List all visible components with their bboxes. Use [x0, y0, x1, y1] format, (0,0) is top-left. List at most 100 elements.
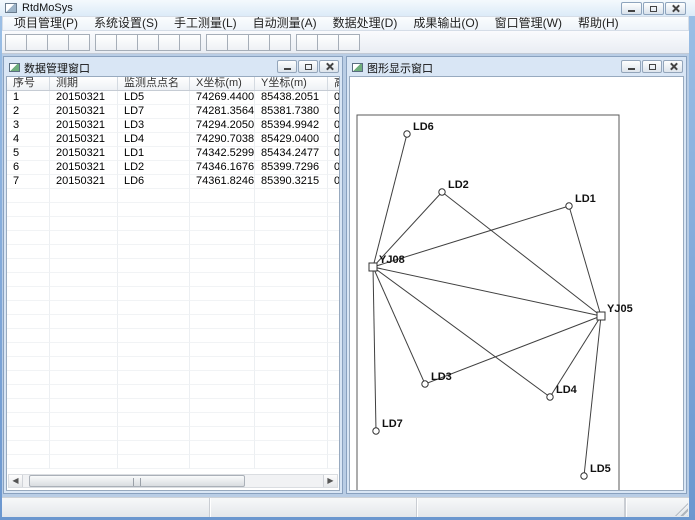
graph-window-restore-button[interactable]: [642, 60, 662, 73]
table-row-empty[interactable]: [7, 217, 339, 231]
table-row[interactable]: 320150321LD374294.205085394.99420.00: [7, 119, 339, 133]
menu-item[interactable]: 项目管理(P): [6, 17, 86, 30]
scroll-thumb[interactable]: [29, 475, 245, 487]
column-header[interactable]: Y坐标(m): [255, 77, 328, 90]
table-cell: [190, 273, 255, 287]
table-row-empty[interactable]: [7, 189, 339, 203]
table-row[interactable]: 520150321LD174342.529985434.24770.00: [7, 147, 339, 161]
toolbar-button[interactable]: [116, 34, 138, 51]
toolbar-button[interactable]: [158, 34, 180, 51]
table-row-empty[interactable]: [7, 413, 339, 427]
menu-item[interactable]: 帮助(H): [570, 17, 627, 30]
toolbar-button[interactable]: [227, 34, 249, 51]
table-cell: [50, 189, 118, 203]
menu-item[interactable]: 窗口管理(W): [487, 17, 570, 30]
table-cell: [7, 455, 50, 469]
table-row-empty[interactable]: [7, 385, 339, 399]
close-button[interactable]: [665, 2, 686, 15]
table-cell: [190, 301, 255, 315]
graph-window-close-button[interactable]: [663, 60, 683, 73]
table-row-empty[interactable]: [7, 259, 339, 273]
toolbar-button[interactable]: [68, 34, 90, 51]
table-row[interactable]: 220150321LD774281.356485381.73800.00: [7, 105, 339, 119]
table-cell: [255, 301, 328, 315]
table-cell: [328, 441, 340, 455]
toolbar-button[interactable]: [137, 34, 159, 51]
table-row-empty[interactable]: [7, 245, 339, 259]
toolbar-button[interactable]: [269, 34, 291, 51]
menu-item[interactable]: 手工测量(L): [166, 17, 245, 30]
app-titlebar[interactable]: RtdMoSys: [0, 0, 695, 16]
table-cell: [118, 287, 190, 301]
toolbar-button[interactable]: [26, 34, 48, 51]
graph-window: 图形显示窗口 LD6LD2LD1YJ08YJ05LD3LD4LD7LD5: [346, 56, 687, 494]
column-header[interactable]: 测期: [50, 77, 118, 90]
table-row-empty[interactable]: [7, 329, 339, 343]
table-cell: [255, 343, 328, 357]
table-row[interactable]: 720150321LD674361.824685390.32150.00: [7, 175, 339, 189]
minimize-button[interactable]: [621, 2, 642, 15]
table-row-empty[interactable]: [7, 273, 339, 287]
table-cell: LD2: [118, 161, 190, 175]
graph-window-minimize-button[interactable]: [621, 60, 641, 73]
maximize-button[interactable]: [643, 2, 664, 15]
menu-item[interactable]: 自动测量(A): [245, 17, 325, 30]
data-window-minimize-button[interactable]: [277, 60, 297, 73]
column-header[interactable]: X坐标(m): [190, 77, 255, 90]
toolbar-button[interactable]: [206, 34, 228, 51]
menu-item[interactable]: 系统设置(S): [86, 17, 166, 30]
toolbar-button[interactable]: [248, 34, 270, 51]
table-row-empty[interactable]: [7, 287, 339, 301]
table-row-empty[interactable]: [7, 455, 339, 469]
table-row-empty[interactable]: [7, 427, 339, 441]
table-row-empty[interactable]: [7, 343, 339, 357]
table-row-empty[interactable]: [7, 357, 339, 371]
graph-node-label-LD5: LD5: [590, 463, 611, 475]
resize-grip-icon[interactable]: [675, 503, 688, 516]
table-row-empty[interactable]: [7, 315, 339, 329]
menu-item[interactable]: 数据处理(D): [325, 17, 406, 30]
table-cell: [50, 385, 118, 399]
table-row-empty[interactable]: [7, 441, 339, 455]
table-cell: [255, 441, 328, 455]
table-row[interactable]: 620150321LD274346.167685399.72960.00: [7, 161, 339, 175]
menu-item[interactable]: 成果输出(O): [405, 17, 486, 30]
table-row-empty[interactable]: [7, 371, 339, 385]
data-window-titlebar[interactable]: 数据管理窗口: [6, 59, 340, 76]
table-cell: [50, 273, 118, 287]
table-cell: 74269.4400: [190, 91, 255, 105]
column-header[interactable]: 序号: [7, 77, 50, 90]
scroll-left-button[interactable]: ◀: [9, 475, 23, 487]
graph-node-label-YJ05: YJ05: [607, 303, 633, 315]
table-row[interactable]: 120150321LD574269.440085438.20510.00: [7, 91, 339, 105]
toolbar-button[interactable]: [296, 34, 318, 51]
minimize-icon: [284, 68, 291, 70]
toolbar-button[interactable]: [5, 34, 27, 51]
toolbar-button[interactable]: [317, 34, 339, 51]
column-header[interactable]: 高程(m): [328, 77, 340, 90]
graph-window-titlebar[interactable]: 图形显示窗口: [349, 59, 684, 76]
table-cell: [118, 455, 190, 469]
scroll-right-button[interactable]: ▶: [323, 475, 337, 487]
toolbar-button[interactable]: [95, 34, 117, 51]
grid-header: 序号测期监测点点名X坐标(m)Y坐标(m)高程(m): [7, 77, 339, 91]
table-row[interactable]: 420150321LD474290.703885429.04000.00: [7, 133, 339, 147]
table-cell: [7, 203, 50, 217]
data-window-close-button[interactable]: [319, 60, 339, 73]
table-cell: LD6: [118, 175, 190, 189]
table-cell: [7, 231, 50, 245]
table-cell: [7, 357, 50, 371]
toolbar-button[interactable]: [338, 34, 360, 51]
table-row-empty[interactable]: [7, 203, 339, 217]
toolbar-button[interactable]: [179, 34, 201, 51]
table-cell: 0.00: [328, 175, 340, 189]
table-row-empty[interactable]: [7, 399, 339, 413]
table-cell: [50, 427, 118, 441]
survey-network-plot: LD6LD2LD1YJ08YJ05LD3LD4LD7LD5: [350, 77, 683, 490]
table-row-empty[interactable]: [7, 231, 339, 245]
toolbar-button[interactable]: [47, 34, 69, 51]
graph-window-client: LD6LD2LD1YJ08YJ05LD3LD4LD7LD5: [349, 76, 684, 491]
column-header[interactable]: 监测点点名: [118, 77, 190, 90]
data-window-restore-button[interactable]: [298, 60, 318, 73]
table-row-empty[interactable]: [7, 301, 339, 315]
